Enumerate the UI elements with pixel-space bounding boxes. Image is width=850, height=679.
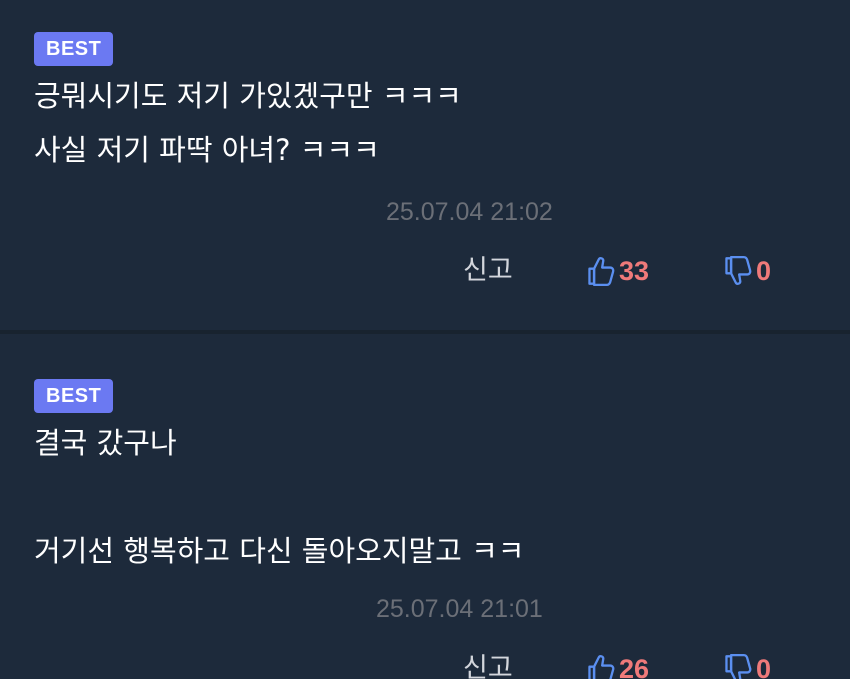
comment-text-line: 긍뭐시기도 저기 가있겠구만 ㅋㅋㅋ [34,79,462,113]
report-button[interactable]: 신고 [463,649,513,679]
dislike-count: 0 [756,653,772,679]
best-badge: BEST [34,32,114,66]
dislike-count: 0 [756,255,772,286]
thumbs-down-icon [725,256,752,285]
best-badge: BEST [34,379,114,413]
comment-timestamp: 25.07.04 21:02 [386,198,553,226]
like-button[interactable]: 26 [587,649,649,679]
thumbs-down-icon [725,654,752,679]
comment-text-line: 결국 갔구나 [34,426,177,460]
report-button[interactable]: 신고 [463,251,513,291]
dislike-button[interactable]: 0 [724,251,771,291]
comment-item: BEST 긍뭐시기도 저기 가있겠구만 ㅋㅋㅋ 사실 저기 파딱 아녀? ㅋㅋㅋ… [0,0,850,330]
thumbs-up-icon [588,257,615,286]
comment-actions: 신고 26 0 [0,649,850,679]
comment-item: BEST 결국 갔구나 거기선 행복하고 다신 돌아오지말고 ㅋㅋ 25.07.… [0,334,850,679]
thumbs-up-icon [588,655,615,679]
like-count: 26 [619,653,650,679]
comment-actions: 신고 33 0 [0,251,850,291]
comment-timestamp: 25.07.04 21:01 [376,595,543,623]
comment-list: BEST 긍뭐시기도 저기 가있겠구만 ㅋㅋㅋ 사실 저기 파딱 아녀? ㅋㅋㅋ… [0,0,850,679]
comment-text-line: 거기선 행복하고 다신 돌아오지말고 ㅋㅋ [34,534,525,568]
like-count: 33 [619,255,650,286]
like-button[interactable]: 33 [587,251,649,291]
dislike-button[interactable]: 0 [724,649,771,679]
comment-text-line: 사실 저기 파딱 아녀? ㅋㅋㅋ [34,133,380,167]
